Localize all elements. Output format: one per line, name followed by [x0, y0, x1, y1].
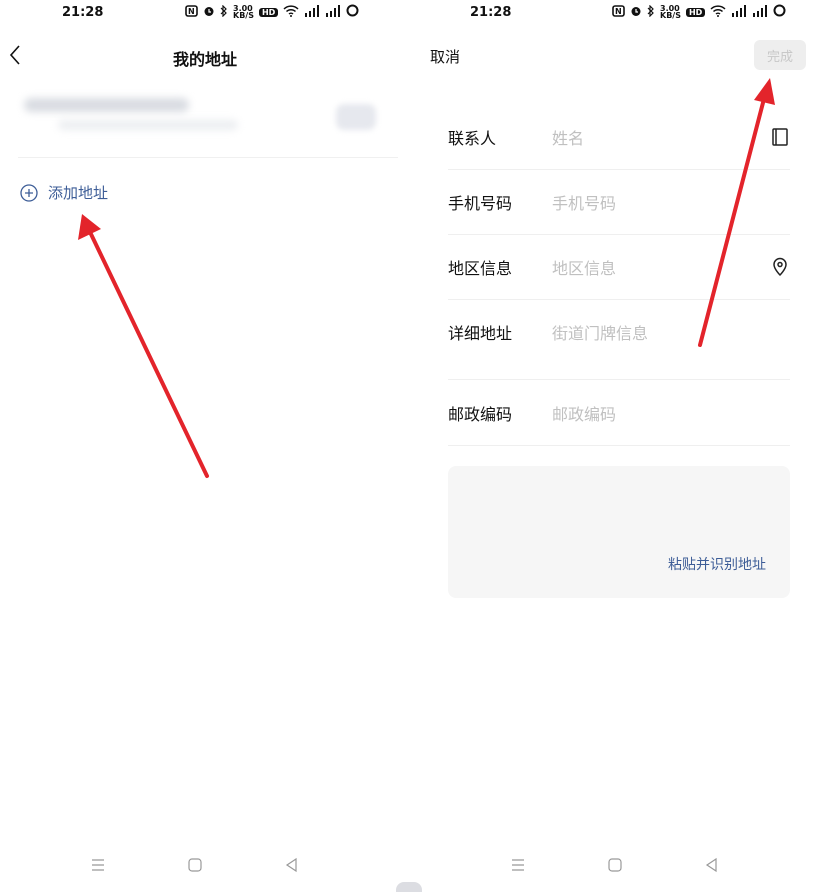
- status-time: 21:28: [62, 5, 104, 20]
- alarm-icon: [203, 5, 215, 20]
- plus-circle-icon: [20, 183, 38, 202]
- my-address-screen: 21:28 N 3.00 KB/S HD 我的地址 添加地址: [0, 0, 410, 890]
- svg-text:N: N: [188, 7, 195, 16]
- signal-icon: [731, 4, 747, 20]
- back-nav-button[interactable]: [282, 855, 302, 875]
- paste-recognize-button[interactable]: 粘贴并识别地址: [668, 554, 766, 574]
- menu-icon: [92, 859, 104, 871]
- back-nav-button[interactable]: [702, 855, 722, 875]
- menu-nav-button[interactable]: [508, 855, 528, 875]
- alarm-icon: [630, 5, 642, 20]
- locate-button[interactable]: [770, 257, 790, 277]
- divider: [18, 157, 398, 158]
- home-square-icon: [608, 858, 622, 872]
- detail-address-label: 详细地址: [448, 324, 513, 343]
- status-icons: N 3.00 KB/S HD: [185, 4, 359, 20]
- net-speed-icon: 3.00 KB/S: [233, 4, 254, 20]
- address-book-button[interactable]: [770, 127, 790, 147]
- battery-icon: [773, 4, 786, 20]
- region-row: 地区信息 地区信息: [448, 235, 790, 300]
- signal-icon: [752, 4, 768, 20]
- address-book-icon: [772, 128, 788, 146]
- nfc-icon: N: [612, 4, 625, 20]
- home-square-icon: [188, 858, 202, 872]
- back-triangle-icon: [705, 857, 717, 873]
- blurred-address-line: [24, 98, 189, 112]
- blurred-address-line: [58, 120, 238, 130]
- bluetooth-icon: [647, 4, 655, 20]
- contact-name-row: 联系人 姓名: [448, 105, 790, 170]
- blurred-edit-button[interactable]: [336, 104, 376, 130]
- drag-handle[interactable]: [396, 882, 422, 892]
- detail-address-row: 详细地址 街道门牌信息: [448, 300, 790, 380]
- done-button[interactable]: 完成: [754, 40, 806, 70]
- system-nav-bar: [420, 855, 818, 885]
- net-speed-icon: 3.00 KB/S: [660, 4, 681, 20]
- contact-name-input[interactable]: 姓名: [552, 125, 770, 149]
- nfc-icon: N: [185, 4, 198, 20]
- signal-icon: [304, 4, 320, 20]
- phone-row: 手机号码 手机号码: [448, 170, 790, 235]
- postcode-row: 邮政编码 邮政编码: [448, 381, 790, 446]
- detail-address-input[interactable]: 街道门牌信息: [552, 320, 790, 344]
- add-address-button[interactable]: 添加地址: [20, 182, 108, 203]
- region-input[interactable]: 地区信息: [552, 255, 770, 279]
- add-address-label: 添加地址: [48, 184, 109, 202]
- signal-icon: [325, 4, 341, 20]
- svg-text:N: N: [615, 7, 622, 16]
- page-title: 我的地址: [172, 50, 237, 69]
- new-address-screen: 21:28 N 3.00 KB/S HD 取消 完成 联系人 姓名 手机号码 手…: [420, 0, 818, 890]
- menu-nav-button[interactable]: [88, 855, 108, 875]
- bluetooth-icon: [220, 4, 228, 20]
- system-nav-bar: [0, 855, 410, 885]
- paste-address-area[interactable]: 粘贴并识别地址: [448, 466, 790, 598]
- menu-icon: [512, 859, 524, 871]
- saved-address-item[interactable]: [18, 92, 398, 152]
- cancel-button[interactable]: 取消: [430, 46, 460, 67]
- status-icons: N 3.00 KB/S HD: [612, 4, 786, 20]
- back-triangle-icon: [285, 857, 297, 873]
- phone-input[interactable]: 手机号码: [552, 190, 790, 214]
- location-pin-icon: [773, 257, 787, 277]
- status-time: 21:28: [470, 5, 512, 20]
- phone-label: 手机号码: [448, 194, 513, 213]
- home-nav-button[interactable]: [605, 855, 625, 875]
- hd-icon: HD: [258, 7, 279, 17]
- wifi-icon: [710, 4, 726, 20]
- home-nav-button[interactable]: [185, 855, 205, 875]
- postcode-input[interactable]: 邮政编码: [552, 401, 790, 425]
- contact-name-label: 联系人: [448, 129, 497, 148]
- postcode-label: 邮政编码: [448, 405, 513, 424]
- hd-icon: HD: [685, 7, 706, 17]
- region-label: 地区信息: [448, 259, 513, 278]
- battery-icon: [346, 4, 359, 20]
- wifi-icon: [283, 4, 299, 20]
